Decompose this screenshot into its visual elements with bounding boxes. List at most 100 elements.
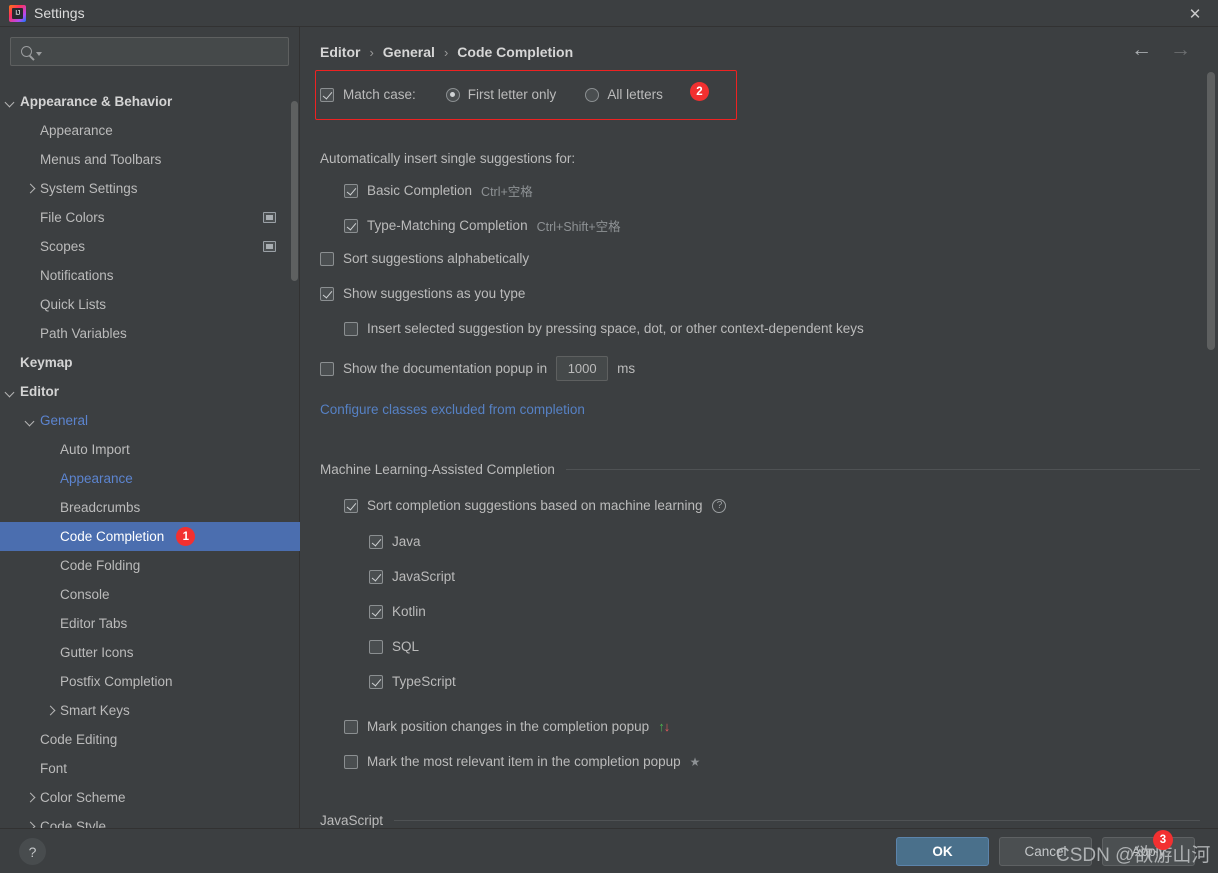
- mark-relevant-checkbox[interactable]: [344, 754, 358, 769]
- sidebar-item-appearance[interactable]: Appearance: [0, 464, 300, 493]
- language-javascript-label: JavaScript: [392, 569, 456, 584]
- doc-popup-delay-input[interactable]: [556, 356, 609, 381]
- doc-popup-checkbox[interactable]: [320, 361, 334, 376]
- first-letter-only-radio[interactable]: [445, 87, 460, 102]
- language-typescript-checkbox[interactable]: [369, 674, 383, 689]
- help-button[interactable]: ?: [19, 838, 46, 865]
- search-container: [0, 27, 299, 66]
- basic-completion-checkbox[interactable]: [344, 183, 358, 198]
- sidebar-item-general[interactable]: General: [0, 406, 300, 435]
- doc-popup-unit: ms: [617, 361, 636, 376]
- settings-sidebar: Appearance & Behavior Appearance Menus and…: [0, 27, 300, 828]
- sidebar-item-appearance-behavior[interactable]: Appearance & Behavior: [0, 87, 300, 116]
- ok-button[interactable]: OK: [896, 837, 989, 866]
- match-case-label: Match case:: [343, 87, 416, 102]
- chevron-down-icon[interactable]: [24, 414, 37, 427]
- chevron-down-icon[interactable]: [4, 385, 17, 398]
- sidebar-item-console[interactable]: Console: [0, 580, 300, 609]
- chevron-right-icon[interactable]: [24, 791, 37, 804]
- sort-alphabetically-checkbox[interactable]: [320, 251, 334, 266]
- auto-insert-title: Automatically insert single suggestions …: [320, 151, 575, 166]
- sidebar-item-system-settings[interactable]: System Settings: [0, 174, 300, 203]
- chevron-right-icon[interactable]: [24, 820, 37, 828]
- chevron-down-icon[interactable]: [36, 51, 42, 56]
- sidebar-item-label: Scopes: [40, 239, 86, 254]
- type-matching-completion-shortcut: Ctrl+Shift+空格: [536, 220, 621, 234]
- ml-section-title: Machine Learning-Assisted Completion: [320, 462, 555, 477]
- breadcrumb-editor[interactable]: Editor: [320, 44, 360, 60]
- sidebar-item-quick-lists[interactable]: Quick Lists: [0, 290, 300, 319]
- auto-insert-title-text: Automatically insert single suggestions …: [320, 151, 576, 166]
- sidebar-item-code-completion[interactable]: Code Completion 1: [0, 522, 300, 551]
- sidebar-item-code-folding[interactable]: Code Folding: [0, 551, 300, 580]
- dialog-button-bar: ? OK Cancel Apply: [0, 828, 1218, 873]
- sidebar-item-file-colors[interactable]: File Colors: [0, 203, 300, 232]
- sort-ml-checkbox[interactable]: [344, 498, 358, 513]
- sidebar-item-code-style[interactable]: Code Style: [0, 812, 300, 828]
- language-sql-checkbox[interactable]: [369, 639, 383, 654]
- sidebar-item-notifications[interactable]: Notifications: [0, 261, 300, 290]
- sidebar-scrollbar-thumb[interactable]: [291, 101, 298, 281]
- chevron-right-icon[interactable]: [24, 182, 37, 195]
- javascript-section-title: JavaScript: [320, 813, 384, 828]
- navigation-arrows: ← →: [1131, 39, 1191, 60]
- language-java-label: Java: [392, 534, 421, 549]
- all-letters-radio[interactable]: [585, 87, 600, 102]
- sidebar-item-color-scheme[interactable]: Color Scheme: [0, 783, 300, 812]
- content-scrollbar-thumb[interactable]: [1207, 72, 1215, 350]
- search-input[interactable]: [48, 44, 288, 59]
- sidebar-item-smart-keys[interactable]: Smart Keys: [0, 696, 300, 725]
- sidebar-item-breadcrumbs[interactable]: Breadcrumbs: [0, 493, 300, 522]
- language-kotlin-checkbox[interactable]: [369, 604, 383, 619]
- show-suggestions-checkbox[interactable]: [320, 286, 334, 301]
- search-field[interactable]: [10, 37, 289, 66]
- chevron-right-icon[interactable]: [44, 704, 57, 717]
- insert-selected-checkbox[interactable]: [344, 321, 358, 336]
- close-icon[interactable]: ✕: [1172, 0, 1218, 27]
- language-typescript-row: TypeScript: [369, 674, 456, 689]
- sidebar-item-menus-and-toolbars[interactable]: Menus and Toolbars: [0, 145, 300, 174]
- sidebar-item-postfix-completion[interactable]: Postfix Completion: [0, 667, 300, 696]
- back-arrow-icon[interactable]: ←: [1131, 39, 1152, 60]
- forward-arrow-icon[interactable]: →: [1170, 39, 1191, 60]
- sidebar-item-keymap[interactable]: Keymap: [0, 348, 300, 377]
- sidebar-item-code-editing[interactable]: Code Editing: [0, 725, 300, 754]
- sidebar-item-appearance[interactable]: Appearance: [0, 116, 300, 145]
- sidebar-item-editor[interactable]: Editor: [0, 377, 300, 406]
- chevron-down-icon[interactable]: [4, 95, 17, 108]
- type-matching-completion-checkbox[interactable]: [344, 218, 358, 233]
- annotation-badge-1: 1: [176, 527, 196, 546]
- mark-position-checkbox[interactable]: [344, 719, 358, 734]
- language-java-checkbox[interactable]: [369, 534, 383, 549]
- type-matching-completion-label: Type-Matching Completion: [367, 218, 528, 233]
- sidebar-item-font[interactable]: Font: [0, 754, 300, 783]
- window-title: Settings: [34, 5, 85, 21]
- settings-content-panel: Editor › General › Code Completion ← → M…: [301, 27, 1218, 828]
- search-icon: [21, 46, 32, 57]
- sidebar-item-label: Path Variables: [40, 326, 127, 341]
- sidebar-item-auto-import[interactable]: Auto Import: [0, 435, 300, 464]
- sidebar-item-editor-tabs[interactable]: Editor Tabs: [0, 609, 300, 638]
- help-icon[interactable]: ?: [712, 498, 727, 513]
- sidebar-item-scopes[interactable]: Scopes: [0, 232, 300, 261]
- settings-tree[interactable]: Appearance & Behavior Appearance Menus and…: [0, 78, 300, 828]
- arrow-down-icon: ↓: [663, 719, 670, 734]
- sidebar-item-path-variables[interactable]: Path Variables: [0, 319, 300, 348]
- javascript-section-divider: [394, 820, 1200, 821]
- language-sql-row: SQL: [369, 639, 419, 654]
- match-case-checkbox[interactable]: [320, 87, 334, 102]
- mark-relevant-row: Mark the most relevant item in the compl…: [344, 754, 700, 769]
- sidebar-item-label: Appearance: [40, 123, 113, 138]
- intellij-logo-icon: IJ: [9, 4, 26, 22]
- language-javascript-checkbox[interactable]: [369, 569, 383, 584]
- sidebar-item-gutter-icons[interactable]: Gutter Icons: [0, 638, 300, 667]
- breadcrumb-general[interactable]: General: [383, 44, 435, 60]
- sidebar-item-label: Postfix Completion: [60, 674, 173, 689]
- configure-excluded-classes-link[interactable]: Configure classes excluded from completi…: [320, 402, 585, 417]
- language-sql-label: SQL: [392, 639, 420, 654]
